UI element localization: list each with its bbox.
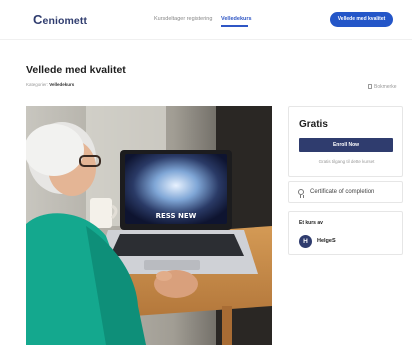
- course-category: Kategorier: Velledekurs: [26, 82, 75, 87]
- certificate-card: Certificate of completion: [288, 181, 403, 203]
- enroll-button[interactable]: Enroll Now: [299, 138, 393, 152]
- nav-link-courses[interactable]: Velledekurs: [221, 16, 252, 22]
- free-access-note: Gratis tilgang til dette kurset: [318, 159, 375, 164]
- bookmark-button[interactable]: Bokmerke: [368, 84, 397, 90]
- category-link[interactable]: Velledekurs: [49, 82, 74, 87]
- nav-link-registration[interactable]: Kursdeltager registering: [154, 16, 212, 22]
- author-avatar[interactable]: H: [299, 235, 312, 248]
- pricing-card: Gratis Enroll Now Gratis tilgang til det…: [288, 106, 403, 177]
- author-name[interactable]: HelgeS: [317, 238, 336, 244]
- bookmark-icon: [368, 84, 372, 89]
- author-heading: Et kurs av: [299, 220, 323, 226]
- laptop-screen-text: RESS NEW: [156, 212, 197, 220]
- logo[interactable]: Ceniomett: [33, 12, 87, 27]
- course-hero-image: RESS NEW: [26, 106, 272, 345]
- header-cta-button[interactable]: Vellede med kvalitet: [330, 12, 393, 27]
- course-title: Vellede med kvalitet: [26, 64, 126, 76]
- price-label: Gratis: [299, 119, 328, 130]
- top-navbar: Ceniomett Kursdeltager registering Velle…: [0, 0, 412, 40]
- author-card: Et kurs av H HelgeS: [288, 211, 403, 255]
- active-nav-indicator: [221, 25, 248, 27]
- certificate-label: Certificate of completion: [310, 189, 375, 195]
- certificate-icon: [298, 189, 304, 198]
